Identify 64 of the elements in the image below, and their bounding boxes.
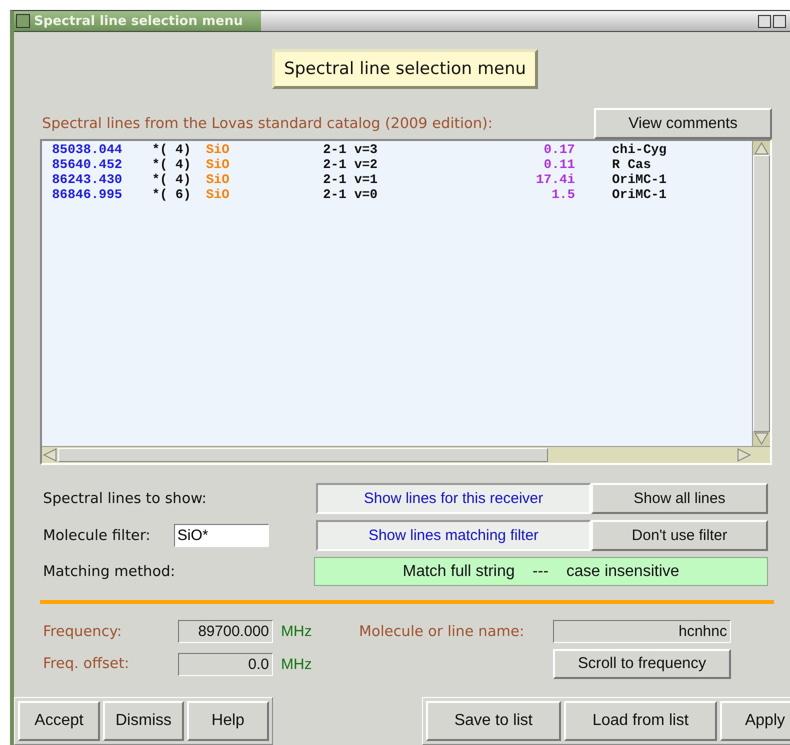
frequency-text: 85038.044 [52, 142, 124, 157]
transition-text: 2-1 v=0 [323, 187, 379, 202]
molecule-text: SiO [206, 187, 230, 202]
action-button[interactable]: Help [187, 701, 269, 741]
count-text: *( 4) [152, 142, 192, 157]
intensity-text: 17.4i [534, 172, 575, 187]
intensity-text: 0.17 [542, 142, 575, 157]
left-arrow-icon[interactable] [42, 448, 58, 462]
freq-offset-field[interactable]: 0.0 [178, 652, 273, 676]
up-arrow-icon[interactable] [753, 141, 770, 155]
scrollbar-corner [752, 446, 770, 463]
transition-text: 2-1 v=1 [323, 172, 379, 187]
action-button[interactable]: Dismiss [103, 701, 184, 741]
molecule-filter-label: Molecule filter: [43, 528, 150, 544]
transition-text: 2-1 v=3 [323, 142, 379, 157]
option-button[interactable]: Show all lines [591, 483, 768, 514]
heading-label: Spectral line selection menu [272, 49, 538, 89]
line-row[interactable]: 86243.430 *( 4) SiO 2-1 v=1 17.4i OriMC-1 [52, 172, 752, 187]
frequency-label: Frequency: [43, 624, 123, 640]
action-button[interactable]: Accept [18, 701, 100, 741]
count-text: *( 6) [152, 187, 192, 202]
matching-method-label: Matching method: [43, 564, 176, 580]
down-arrow-icon[interactable] [753, 432, 770, 446]
count-text: *( 4) [152, 172, 192, 187]
right-arrow-icon[interactable] [736, 448, 752, 462]
unit-label: MHz [281, 623, 313, 640]
intensity-text: 0.11 [542, 157, 575, 172]
action-button[interactable]: Apply [720, 701, 790, 741]
option-button[interactable]: Don't use filter [591, 520, 768, 551]
matching-method-button[interactable]: Match full string --- case insensitive [314, 557, 768, 586]
frequency-text: 86243.430 [52, 172, 124, 187]
line-row[interactable]: 85640.452 *( 4) SiO 2-1 v=2 0.11 R Cas [52, 157, 752, 172]
freq-offset-label: Freq. offset: [43, 656, 130, 672]
molecule-filter-field[interactable]: SiO* [174, 524, 270, 547]
source-text: OriMC-1 [612, 172, 667, 187]
scroll-to-frequency-button[interactable]: Scroll to frequency [553, 649, 731, 679]
horizontal-scrollbar[interactable] [42, 446, 752, 463]
action-button[interactable]: Save to list [426, 701, 561, 741]
lines-to-show-label: Spectral lines to show: [43, 490, 208, 506]
window-title: Spectral line selection menu [34, 14, 243, 28]
source-text: OriMC-1 [612, 187, 667, 202]
window-menu-icon[interactable] [16, 14, 30, 28]
option-button[interactable]: Show lines matching filter [316, 520, 591, 551]
intensity-text: 1.5 [550, 187, 575, 202]
vertical-scrollbar[interactable] [752, 141, 770, 446]
frequency-text: 85640.452 [52, 157, 124, 172]
view-comments-button[interactable]: View comments [594, 108, 772, 139]
molecule-name-label: Molecule or line name: [359, 624, 526, 640]
line-row[interactable]: 86846.995 *( 6) SiO 2-1 v=0 1.5 OriMC-1 [52, 187, 752, 202]
action-button[interactable]: Load from list [564, 701, 717, 741]
catalog-label: Spectral lines from the Lovas standard catalog (2009 edition): [42, 116, 494, 132]
line-row[interactable]: 85038.044 *( 4) SiO 2-1 v=3 0.17 chi-Cyg [52, 142, 752, 157]
source-text: chi-Cyg [612, 142, 667, 157]
source-text: R Cas [612, 157, 652, 172]
transition-text: 2-1 v=2 [323, 157, 379, 172]
molecule-text: SiO [206, 142, 230, 157]
molecule-name-field[interactable]: hcnhnc [553, 620, 731, 643]
frequency-text: 86846.995 [52, 187, 124, 202]
molecule-text: SiO [206, 172, 230, 187]
unit-label: MHz [281, 656, 313, 672]
molecule-text: SiO [206, 157, 230, 172]
frequency-field[interactable]: 89700.000 [178, 620, 273, 643]
option-button[interactable]: Show lines for this receiver [316, 483, 591, 514]
count-text: *( 4) [152, 157, 192, 172]
